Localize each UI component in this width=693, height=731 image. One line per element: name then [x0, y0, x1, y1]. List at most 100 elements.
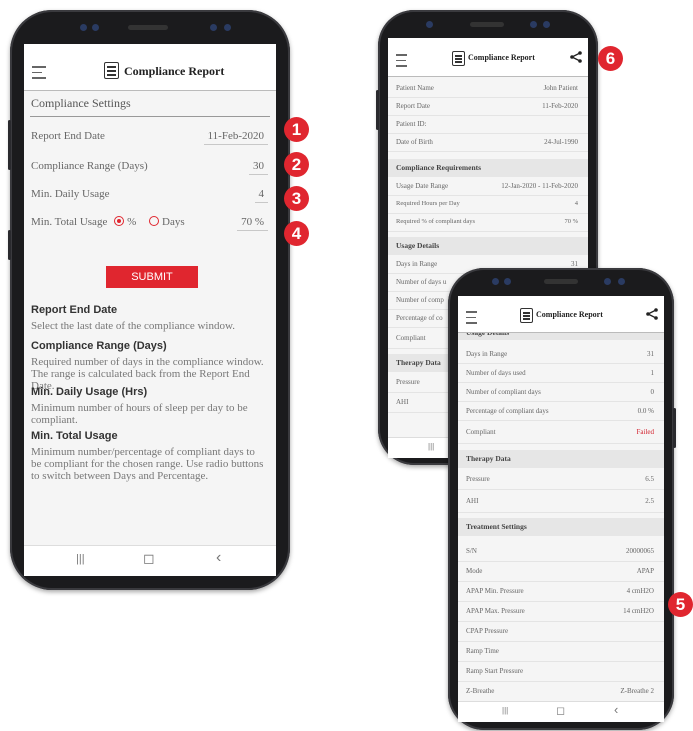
camera-dot — [80, 24, 87, 31]
phone-report-detail: Compliance Report Usage Details Days in … — [448, 268, 676, 730]
help-text: Minimum number of hours of sleep per day… — [31, 402, 248, 426]
detail-row-serial-number: S/N 20000065 — [458, 542, 664, 562]
camera-dot — [604, 278, 611, 285]
camera-dot — [543, 21, 550, 28]
compliance-range-input[interactable]: 30 — [249, 158, 268, 175]
detail-row-cpap-pressure: CPAP Pressure — [458, 622, 664, 642]
min-daily-usage-input[interactable]: 4 — [254, 186, 268, 203]
submit-button[interactable]: SUBMIT — [106, 266, 198, 288]
detail-row-apap-min: APAP Min. Pressure 4 cmH2O — [458, 582, 664, 602]
camera-dot — [504, 278, 511, 285]
page-title: Compliance Report — [536, 310, 603, 319]
detail-row-mode: Mode APAP — [458, 562, 664, 582]
section-treatment-settings: Treatment Settings — [458, 518, 664, 536]
callout-badge-1: 1 — [284, 117, 309, 142]
app-bar: Compliance Report — [388, 38, 588, 77]
report-icon — [104, 62, 119, 79]
detail-row-z-breathe: Z-Breathe Z-Breathe 2 — [458, 682, 664, 702]
detail-row-ramp-start: Ramp Start Pressure — [458, 662, 664, 682]
detail-row-ahi: AHI 2.5 — [458, 490, 664, 513]
recent-apps-icon[interactable]: ||| — [428, 442, 434, 451]
bixby-button — [8, 230, 11, 260]
detail-row-compliant: Compliant Failed — [458, 421, 664, 444]
help-text: Select the last date of the compliance w… — [31, 320, 235, 332]
radio-days[interactable] — [149, 216, 159, 226]
detail-row-pressure: Pressure 6.5 — [458, 469, 664, 490]
help-title: Compliance Range (Days) — [31, 340, 167, 352]
field-label: Compliance Range (Days) — [31, 160, 148, 172]
report-end-date-input[interactable]: 11-Feb-2020 — [203, 128, 268, 145]
help-title: Min. Total Usage — [31, 430, 118, 442]
detail-screen: Compliance Report Usage Details Days in … — [458, 296, 664, 722]
report-icon — [452, 51, 465, 66]
detail-row-days-in-range: Days in Range 31 — [458, 345, 664, 364]
settings-heading-rule — [30, 116, 270, 117]
hamburger-menu-icon[interactable] — [396, 54, 407, 71]
volume-button — [8, 120, 11, 170]
help-text: Minimum number/percentage of compliant d… — [31, 446, 264, 482]
camera-dot — [210, 24, 217, 31]
detail-row-compliant-days: Number of compliant days 0 — [458, 383, 664, 402]
section-compliance-requirements: Compliance Requirements — [388, 159, 588, 177]
callout-badge-5: 5 — [668, 592, 693, 617]
detail-row-days-used: Number of days used 1 — [458, 364, 664, 383]
app-bar: Compliance Report — [24, 44, 276, 91]
callout-badge-3: 3 — [284, 186, 309, 211]
home-icon[interactable]: ◻ — [556, 704, 565, 717]
camera-dot — [618, 278, 625, 285]
callout-badge-4: 4 — [284, 221, 309, 246]
page-title: Compliance Report — [468, 53, 535, 62]
camera-dot — [92, 24, 99, 31]
volume-button — [376, 90, 379, 130]
field-report-end-date[interactable]: Report End Date 11-Feb-2020 — [24, 122, 276, 150]
report-row-date-of-birth: Date of Birth 24-Jul-1990 — [388, 134, 588, 152]
camera-dot — [492, 278, 499, 285]
field-label: Min. Daily Usage — [31, 188, 110, 200]
speaker-grille — [470, 22, 504, 27]
share-icon[interactable] — [646, 308, 658, 320]
section-therapy-data: Therapy Data — [458, 450, 664, 468]
hamburger-menu-icon[interactable] — [466, 311, 477, 328]
help-title: Min. Daily Usage (Hrs) — [31, 386, 148, 398]
settings-screen: Compliance Report Compliance Settings Re… — [24, 44, 276, 576]
field-min-daily-usage[interactable]: Min. Daily Usage 4 — [24, 180, 276, 208]
share-icon[interactable] — [570, 51, 582, 63]
home-icon[interactable]: ◻ — [143, 550, 155, 567]
section-usage-details: Usage Details — [388, 237, 588, 255]
report-row-usage-date-range: Usage Date Range 12-Jan-2020 - 11-Feb-202… — [388, 178, 588, 196]
report-row-patient-name: Patient Name John Patient — [388, 80, 588, 98]
system-nav-bar: ||| ◻ ‹ — [24, 545, 276, 576]
detail-row-percentage: Percentage of compliant days 0.0 % — [458, 402, 664, 421]
recent-apps-icon[interactable]: ||| — [76, 553, 85, 565]
callout-badge-6: 6 — [598, 46, 623, 71]
field-label: Report End Date — [31, 130, 105, 142]
hamburger-menu-icon[interactable] — [32, 66, 46, 83]
field-label: Min. Total Usage — [31, 216, 108, 228]
camera-dot — [224, 24, 231, 31]
settings-heading: Compliance Settings — [31, 96, 131, 110]
radio-percent[interactable] — [114, 216, 125, 226]
report-row-required-hours: Required Hours per Day 4 — [388, 196, 588, 214]
back-icon[interactable]: ‹ — [614, 702, 618, 717]
speaker-grille — [544, 279, 578, 284]
back-icon[interactable]: ‹ — [216, 549, 221, 567]
detail-row-ramp-time: Ramp Time — [458, 642, 664, 662]
min-total-usage-input[interactable]: 70 % — [237, 214, 268, 231]
system-nav-bar: ||| ◻ ‹ — [458, 701, 664, 722]
phone-settings: Compliance Report Compliance Settings Re… — [8, 10, 290, 590]
camera-dot — [426, 21, 433, 28]
report-row-patient-id: Patient ID: — [388, 116, 588, 134]
speaker-grille — [128, 25, 168, 30]
callout-badge-2: 2 — [284, 152, 309, 177]
recent-apps-icon[interactable]: ||| — [502, 706, 508, 715]
page-title: Compliance Report — [124, 64, 225, 78]
compliant-status-failed: Failed — [636, 428, 655, 436]
help-title: Report End Date — [31, 304, 118, 316]
report-icon — [520, 308, 533, 323]
field-compliance-range[interactable]: Compliance Range (Days) 30 — [24, 152, 276, 180]
radio-days-label: Days — [162, 216, 185, 228]
report-row-required-percent: Required % of compliant days 70 % — [388, 214, 588, 232]
app-bar: Compliance Report — [458, 296, 664, 333]
field-min-total-usage[interactable]: Min. Total Usage % Days 70 % — [24, 208, 276, 236]
radio-percent-label: % — [127, 216, 137, 228]
